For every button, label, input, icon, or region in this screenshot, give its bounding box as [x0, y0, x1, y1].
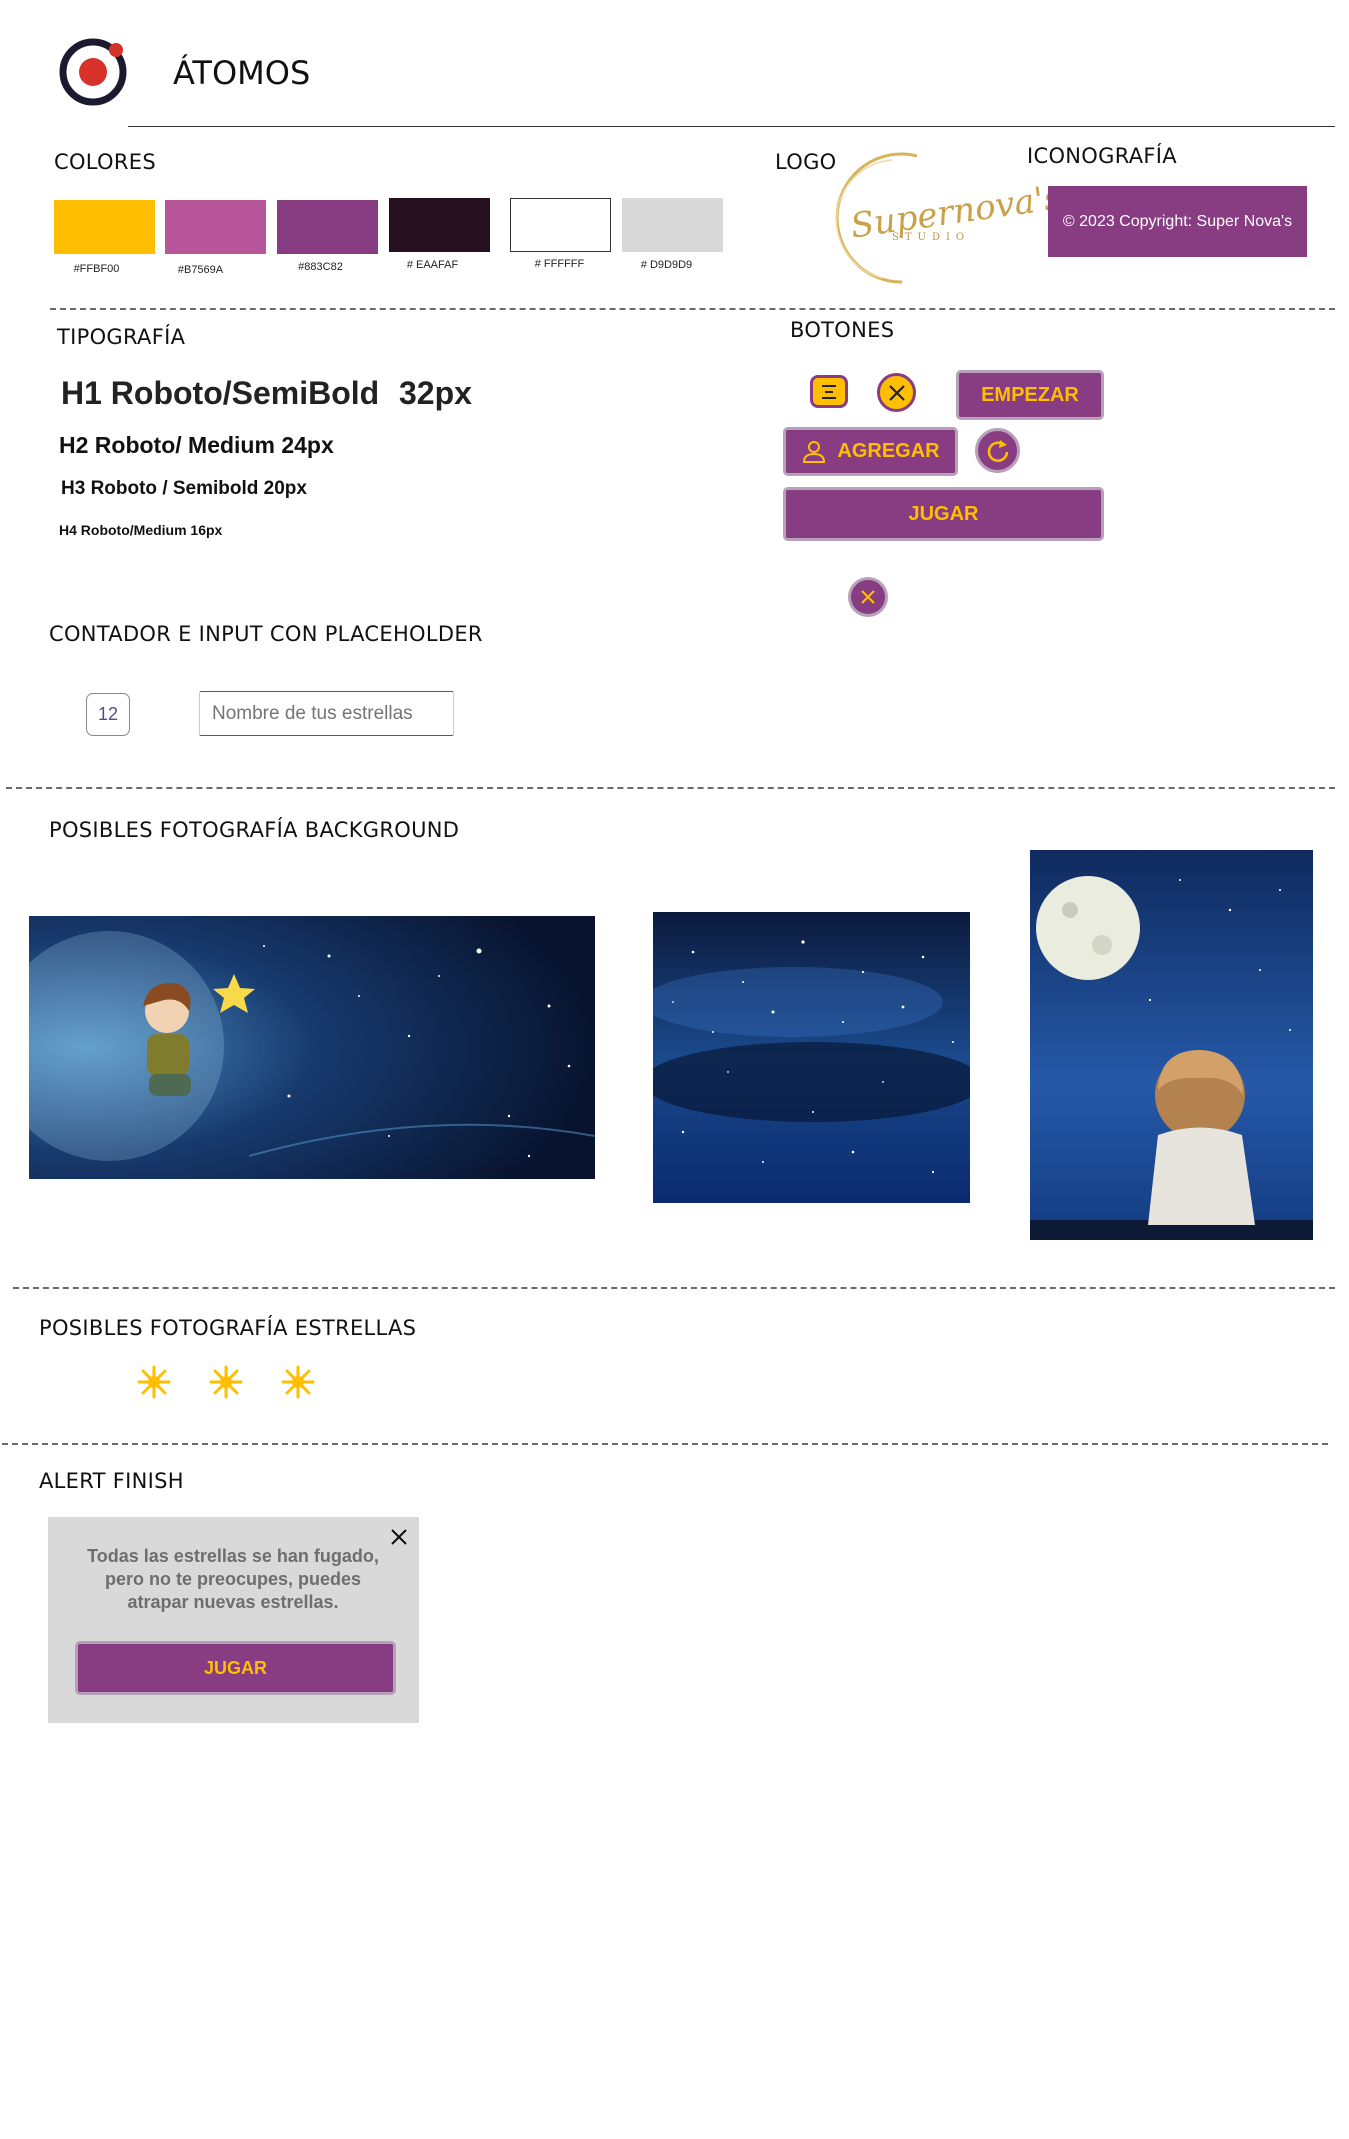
footer-copyright-text: © 2023 Copyright: Super Nova's [1062, 212, 1293, 230]
star-icon-3 [281, 1365, 315, 1399]
star-icon-1 [137, 1365, 171, 1399]
star-name-input[interactable] [199, 691, 454, 736]
close-button-yellow[interactable] [877, 373, 916, 412]
reload-button[interactable] [975, 428, 1020, 473]
agregar-button-label: AGREGAR [837, 440, 940, 462]
star-counter-value: 12 [97, 704, 119, 724]
typography-h3-sample: H3 Roboto / Semibold 20px [61, 478, 307, 499]
typography-section-title: TIPOGRAFÍA [57, 325, 186, 349]
menu-icon [822, 384, 836, 399]
studio-logo: Supernova's STUDIO [822, 150, 1064, 290]
brand-logo-icon [58, 37, 128, 107]
background-photo-moon-boy [1030, 850, 1313, 1240]
swatch-5-label: # FFFFFF [534, 258, 585, 270]
alert-message: Todas las estrellas se han fugado, pero … [87, 1546, 379, 1612]
background-photo-starry-sky [653, 912, 970, 1203]
swatch-2 [165, 200, 266, 254]
divider-4 [2, 1443, 1328, 1445]
swatch-6 [622, 198, 723, 252]
star-icon-2 [209, 1365, 243, 1399]
footer-copyright-sample: © 2023 Copyright: Super Nova's [1048, 186, 1307, 257]
swatch-1-label: #FFBF00 [73, 263, 120, 275]
typography-h4-sample: H4 Roboto/Medium 16px [59, 522, 223, 538]
counter-section-title: CONTADOR E INPUT CON PLACEHOLDER [49, 622, 483, 646]
backgrounds-section-title: POSIBLES FOTOGRAFÍA BACKGROUND [49, 818, 460, 842]
jugar-button[interactable]: JUGAR [783, 487, 1104, 541]
swatch-3-label: #883C82 [298, 261, 343, 273]
swatch-1 [54, 200, 155, 254]
close-button-purple[interactable] [848, 577, 888, 617]
reload-icon [987, 439, 1008, 462]
close-icon [861, 590, 875, 604]
alert-finish-modal: Todas las estrellas se han fugado, pero … [48, 1517, 419, 1723]
star-counter: 12 [86, 693, 130, 736]
colors-section-title: COLORES [54, 150, 156, 174]
agregar-button[interactable]: AGREGAR [783, 427, 958, 476]
page-title: ÁTOMOS [173, 54, 311, 92]
close-icon [888, 384, 905, 401]
swatch-4 [389, 198, 490, 252]
alert-section-title: ALERT FINISH [39, 1469, 184, 1493]
swatch-4-label: # EAAFAF [406, 259, 459, 271]
iconography-section-title: ICONOGRAFÍA [1027, 144, 1177, 168]
typography-h2-sample: H2 Roboto/ Medium 24px [59, 432, 334, 458]
logo-sub-text: STUDIO [892, 232, 971, 243]
user-add-icon [803, 440, 826, 463]
typography-h1-size: 32px [399, 375, 472, 411]
background-photo-moon-child [29, 916, 595, 1179]
buttons-section-title: BOTONES [790, 318, 895, 342]
swatch-6-label: # D9D9D9 [640, 259, 693, 271]
divider-3 [13, 1287, 1335, 1289]
empezar-button-label: EMPEZAR [981, 383, 1079, 406]
stars-section-title: POSIBLES FOTOGRAFÍA ESTRELLAS [39, 1316, 417, 1340]
menu-button[interactable] [810, 375, 848, 408]
swatch-2-label: #B7569A [177, 264, 224, 276]
alert-jugar-button[interactable]: JUGAR [75, 1641, 396, 1695]
swatch-3 [277, 200, 378, 254]
empezar-button[interactable]: EMPEZAR [956, 370, 1104, 420]
alert-jugar-button-label: JUGAR [203, 1657, 267, 1678]
divider-1 [50, 308, 1335, 310]
header-divider [128, 126, 1335, 127]
jugar-button-label: JUGAR [908, 502, 979, 525]
divider-2 [6, 787, 1335, 789]
typography-h1-sample: H1 Roboto/SemiBold [61, 375, 380, 411]
swatch-5 [510, 198, 611, 252]
